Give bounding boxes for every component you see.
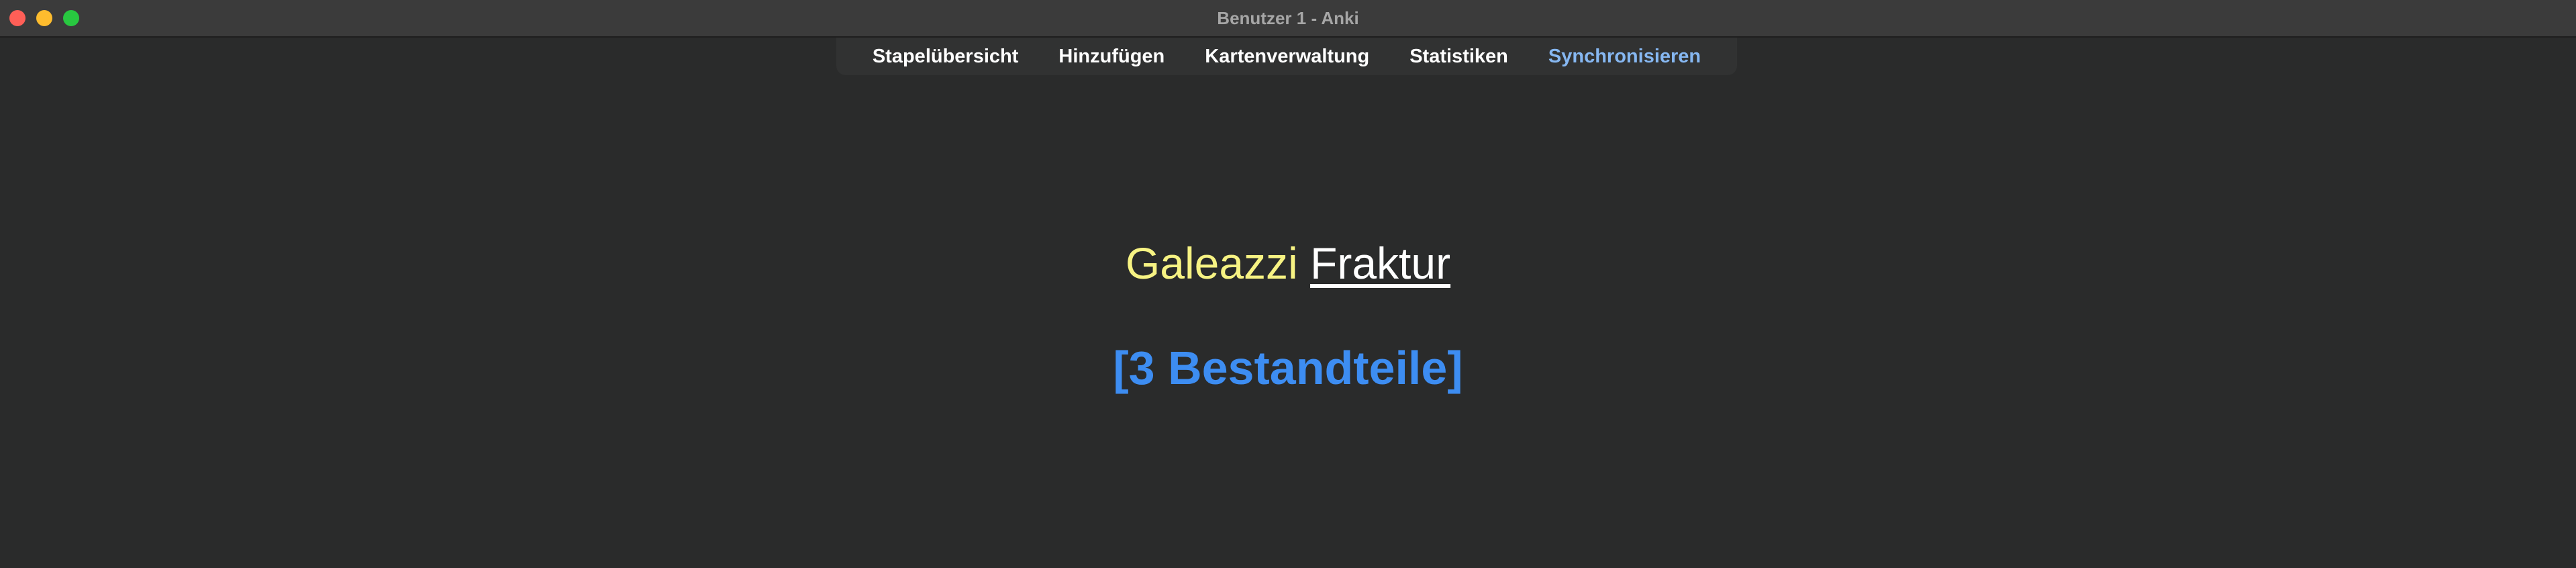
front-term-text: Fraktur xyxy=(1310,238,1451,288)
nav-browse[interactable]: Kartenverwaltung xyxy=(1185,46,1389,68)
nav-decks[interactable]: Stapelübersicht xyxy=(852,46,1039,68)
nav-add[interactable]: Hinzufügen xyxy=(1038,46,1185,68)
front-highlight-text: Galeazzi xyxy=(1125,238,1298,288)
title-bar: Benutzer 1 - Anki xyxy=(0,0,2576,38)
window-title: Benutzer 1 - Anki xyxy=(1217,8,1359,28)
card-content: Galeazzi Fraktur [3 Bestandteile] xyxy=(0,236,2576,395)
anki-window: Benutzer 1 - Anki Stapelübersicht Hinzuf… xyxy=(0,0,2576,568)
card-front: Galeazzi Fraktur xyxy=(0,236,2576,290)
nav-sync[interactable]: Synchronisieren xyxy=(1528,46,1721,68)
card-back: [3 Bestandteile] xyxy=(1113,342,1463,394)
main-toolbar: Stapelübersicht Hinzufügen Kartenverwalt… xyxy=(836,38,1737,75)
nav-stats[interactable]: Statistiken xyxy=(1389,46,1528,68)
